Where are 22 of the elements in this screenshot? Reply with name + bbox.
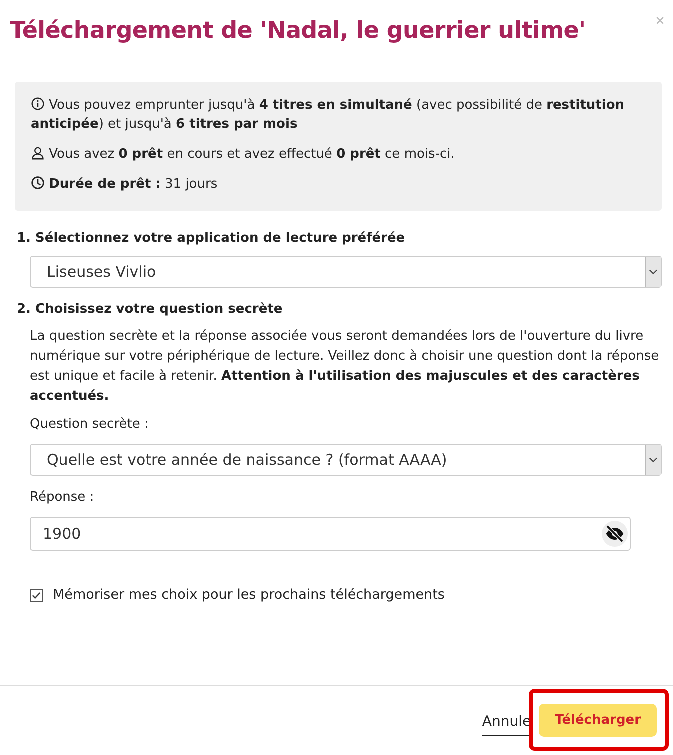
download-button[interactable]: Télécharger <box>539 704 657 737</box>
checkbox-label: Mémoriser mes choix pour les prochains téléchargements <box>53 587 445 603</box>
dropdown[interactable]: Liseuses Vivlio <box>30 256 662 288</box>
cancel-link[interactable]: Annule <box>482 714 532 736</box>
step-heading: 1. Sélectionnez votre application de lecture préférée <box>17 231 406 246</box>
answer-field[interactable]: 1900 <box>30 517 631 551</box>
checkbox[interactable] <box>30 588 43 602</box>
info-text: Durée de prêt : 31 jours <box>31 175 646 194</box>
info-icon <box>31 97 45 111</box>
user-icon <box>31 146 45 160</box>
info-text: Vous avez 0 prêt en cours et avez effectué 0 prêt ce mois-ci. <box>31 145 646 164</box>
caret-icon <box>649 269 658 275</box>
info-text: Vous pouvez emprunter jusqu'à 4 titres en simultané (avec possibilité de restitution anticipée) et jusqu'à 6 titres par mois <box>31 96 626 134</box>
clock-icon <box>31 176 45 190</box>
dropdown[interactable]: Quelle est votre année de naissance ? (format AAAA) <box>30 444 662 476</box>
description-text: La question secrète et la réponse associée vous seront demandées lors de l'ouverture du livre numérique sur votre périphérique de lecture. Veillez donc à choisir une question dont la réponse est unique et facile à retenir. Attention à l'utilisation des majuscules et des caractères accentués. <box>30 328 660 406</box>
field-label: Question secrète : <box>30 417 150 432</box>
field-label: Réponse : <box>30 490 96 505</box>
caret-icon <box>649 457 658 463</box>
step-heading: 2. Choisissez votre question secrète <box>17 302 284 317</box>
hide-password-icon[interactable] <box>602 521 628 547</box>
dialog-title: Téléchargement de 'Nadal, le guerrier ultime' <box>10 18 586 44</box>
